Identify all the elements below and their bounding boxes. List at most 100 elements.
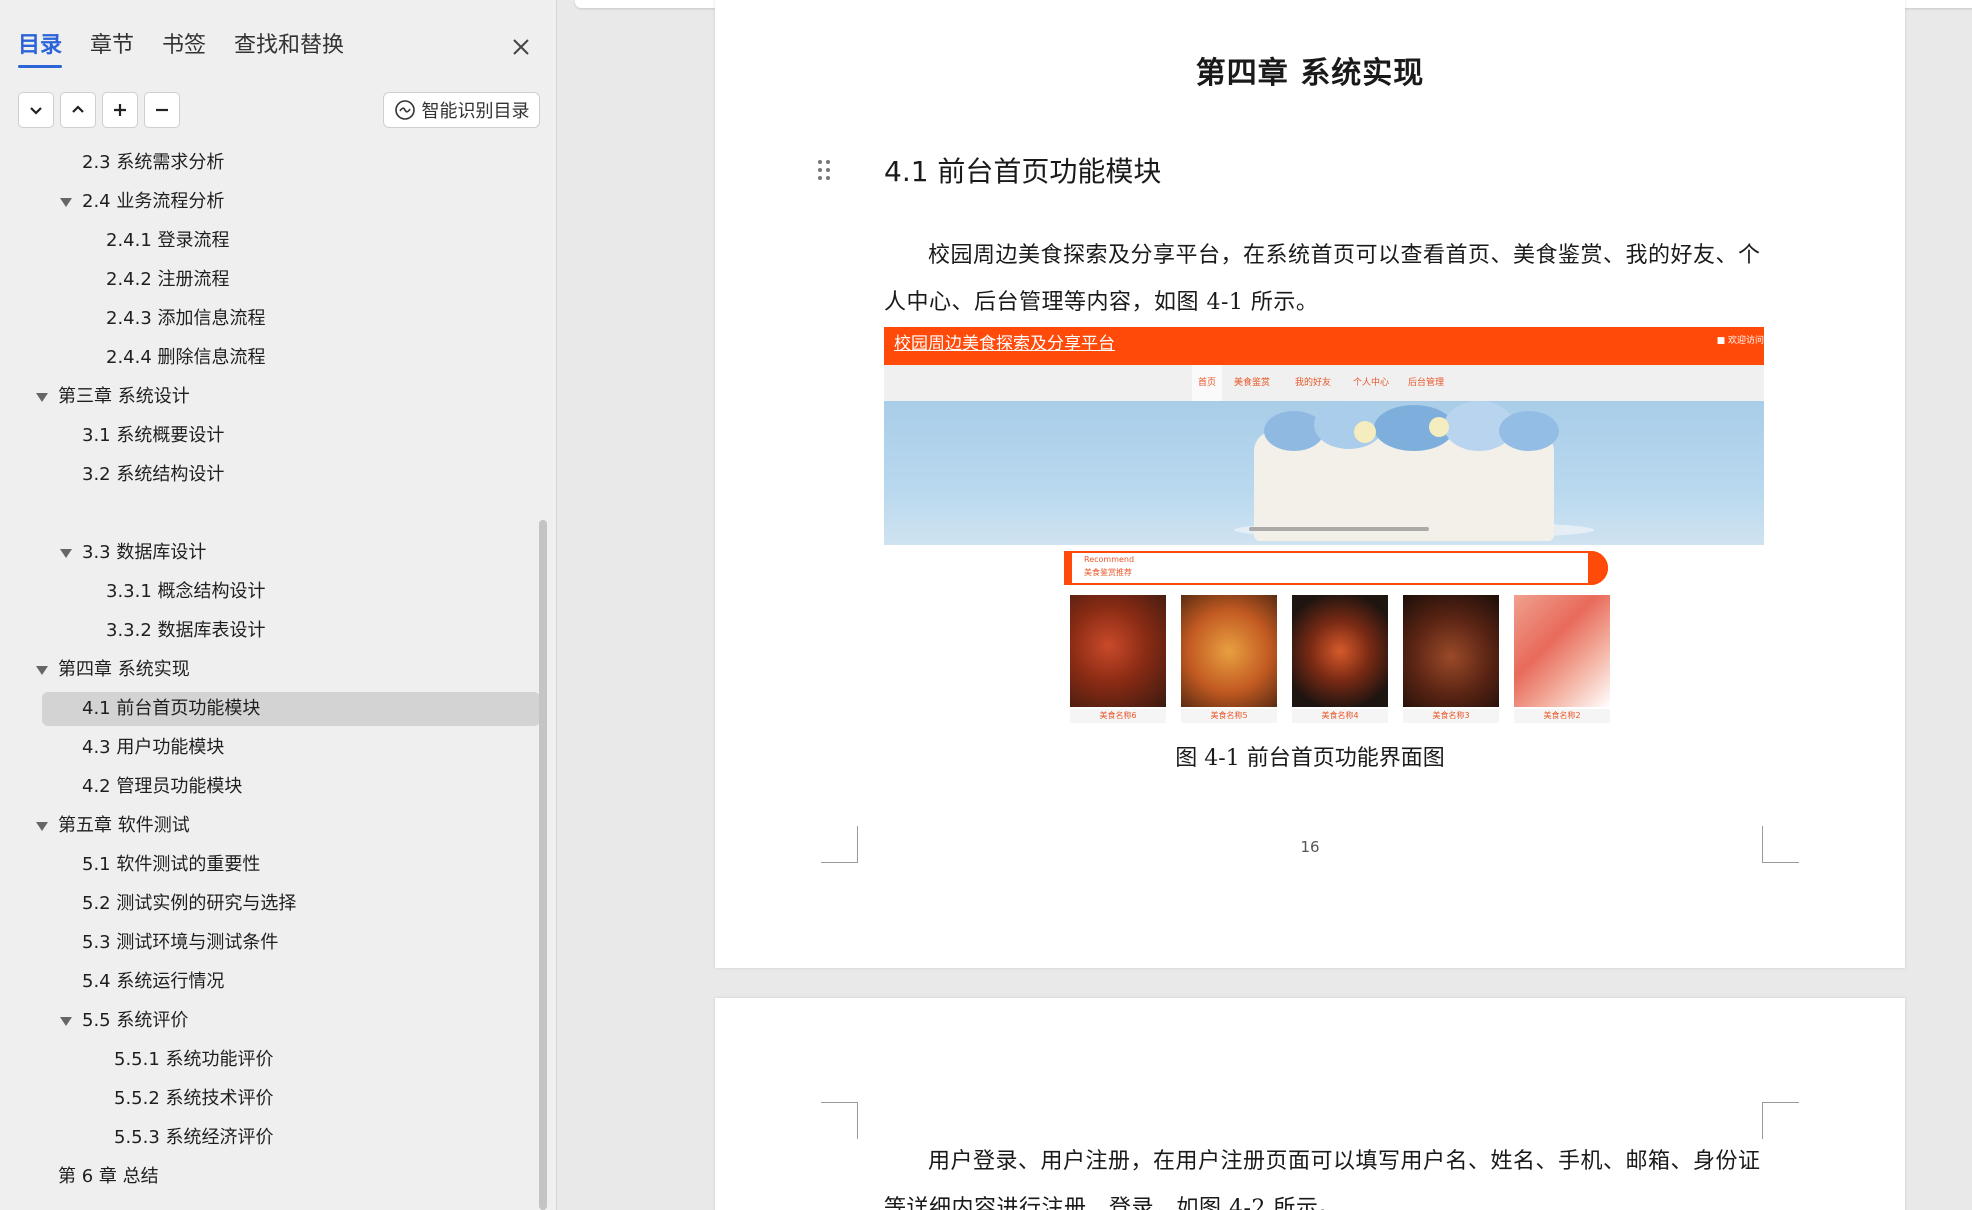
food-image [1070, 595, 1166, 707]
toc-item-label: 3.3.2 数据库表设计 [106, 620, 266, 641]
figure-food-card: 美食名称4 [1292, 595, 1388, 723]
smart-toc-button[interactable]: 智能识别目录 [383, 92, 540, 128]
expand-caret-icon[interactable] [36, 666, 48, 675]
crop-mark [821, 1102, 858, 1139]
toc-item-label: 3.3 数据库设计 [82, 542, 207, 563]
toc-item-label: 4.2 管理员功能模块 [82, 776, 243, 797]
figure-food-card: 美食名称2 [1514, 595, 1610, 723]
tab-bookmarks[interactable]: 书签 [162, 26, 206, 66]
toc-item[interactable]: 2.4.3 添加信息流程 [106, 302, 266, 336]
toc-item[interactable]: 3.3 数据库设计 [60, 536, 207, 570]
figure-cake-banner [884, 401, 1764, 545]
body-paragraph[interactable]: 校园周边美食探索及分享平台，在系统首页可以查看首页、美食鉴赏、我的好友、个人中心… [884, 232, 1764, 326]
tab-find-replace[interactable]: 查找和替换 [234, 26, 344, 66]
section-heading[interactable]: 4.1 前台首页功能模块 [884, 150, 1161, 190]
toc-item[interactable]: 3.3.1 概念结构设计 [106, 575, 266, 609]
figure-nav-item: 美食鉴赏 [1234, 378, 1271, 388]
toc-item[interactable]: 第四章 系统实现 [36, 653, 190, 687]
toc-item-label: 2.4 业务流程分析 [82, 191, 225, 212]
figure-site-title: 校园周边美食探索及分享平台 [894, 334, 1115, 353]
close-sidebar-button[interactable] [504, 30, 538, 64]
smart-toc-label: 智能识别目录 [421, 101, 530, 122]
expand-caret-icon[interactable] [36, 822, 48, 831]
figure-nav-bar: 首页 美食鉴赏 我的好友 个人中心 后台管理 [884, 365, 1764, 401]
food-caption: 美食名称2 [1514, 709, 1610, 723]
expand-caret-icon[interactable] [60, 198, 72, 207]
toc-item[interactable]: 5.5.3 系统经济评价 [114, 1121, 274, 1155]
toc-item[interactable]: 4.2 管理员功能模块 [82, 770, 242, 804]
figure-welcome-text: ■ 欢迎访问 [1716, 336, 1764, 346]
figure-nav-item: 首页 [1192, 365, 1223, 401]
plus-icon [114, 104, 126, 116]
expand-caret-icon[interactable] [60, 549, 72, 558]
toc-item-label: 3.2 系统结构设计 [82, 464, 225, 485]
toc-item-label: 5.4 系统运行情况 [82, 971, 225, 992]
add-heading-button[interactable] [102, 92, 138, 128]
food-image [1292, 595, 1388, 707]
toc-item-label: 第五章 软件测试 [58, 815, 190, 836]
food-caption: 美食名称6 [1070, 709, 1166, 723]
toc-item[interactable]: 5.3 测试环境与测试条件 [82, 926, 278, 960]
collapse-up-button[interactable] [60, 92, 96, 128]
toc-item[interactable]: 2.4.1 登录流程 [106, 224, 230, 258]
toc-item[interactable]: 2.4 业务流程分析 [60, 185, 225, 219]
food-caption: 美食名称3 [1403, 709, 1499, 723]
toc-scrollbar[interactable] [539, 520, 547, 1210]
toc-item[interactable]: 5.4 系统运行情况 [82, 965, 224, 999]
body-paragraph[interactable]: 用户登录、用户注册，在用户注册页面可以填写用户名、姓名、手机、邮箱、身份证等详细… [884, 1138, 1764, 1210]
toc-item-label: 4.3 用户功能模块 [82, 737, 225, 758]
remove-heading-button[interactable] [144, 92, 180, 128]
toc-item-label: 5.2 测试实例的研究与选择 [82, 893, 297, 914]
toc-sidebar: 目录 章节 书签 查找和替换 智能识别目录 2.3 系统需求分析 2.4 业务流程… [0, 0, 557, 1210]
toc-item-label: 3.1 系统概要设计 [82, 425, 225, 446]
toc-item[interactable]: 3.2 系统结构设计 [82, 458, 224, 492]
toc-item[interactable]: 2.3 系统需求分析 [82, 146, 224, 180]
expand-caret-icon[interactable] [60, 1017, 72, 1026]
toc-item-label: 5.5.3 系统经济评价 [114, 1127, 274, 1148]
toc-item[interactable]: 5.5.1 系统功能评价 [114, 1043, 274, 1077]
toc-item[interactable]: 第五章 软件测试 [36, 809, 190, 843]
expand-caret-icon[interactable] [36, 393, 48, 402]
document-area: 第四章 系统实现 4.1 前台首页功能模块 校园周边美食探索及分享平台，在系统首… [557, 0, 1972, 1210]
flower-shape [1354, 421, 1376, 443]
crop-mark [1762, 1102, 1799, 1139]
toc-item[interactable]: 第 6 章 总结 [58, 1160, 159, 1194]
figure-screenshot[interactable]: 校园周边美食探索及分享平台 ■ 欢迎访问 首页 美食鉴赏 我的好友 个人中心 后… [884, 327, 1764, 729]
toc-item[interactable]: 第三章 系统设计 [36, 380, 190, 414]
food-image [1181, 595, 1277, 707]
drag-handle-icon[interactable] [818, 160, 832, 182]
figure-food-card: 美食名称5 [1181, 595, 1277, 723]
figure-site-header: 校园周边美食探索及分享平台 ■ 欢迎访问 [884, 327, 1764, 365]
food-image [1403, 595, 1499, 707]
toc-item-label: 第三章 系统设计 [58, 386, 190, 407]
toc-item-label: 5.5.1 系统功能评价 [114, 1049, 274, 1070]
toc-item[interactable]: 4.1 前台首页功能模块 [42, 692, 540, 726]
toc-item[interactable]: 3.1 系统概要设计 [82, 419, 224, 453]
toc-item[interactable]: 5.2 测试实例的研究与选择 [82, 887, 296, 921]
figure-nav-item: 个人中心 [1353, 378, 1390, 388]
toc-item[interactable]: 2.4.4 删除信息流程 [106, 341, 266, 375]
tab-toc[interactable]: 目录 [18, 26, 63, 68]
figure-food-card: 美食名称3 [1403, 595, 1499, 723]
chevron-down-icon [30, 107, 42, 115]
ai-recognize-icon [394, 100, 415, 120]
figure-banner-slider [1249, 527, 1429, 531]
toc-item-label: 2.4.2 注册流程 [106, 269, 230, 290]
tab-chapters[interactable]: 章节 [90, 26, 134, 66]
toc-item[interactable]: 4.3 用户功能模块 [82, 731, 224, 765]
toc-item[interactable]: 5.5 系统评价 [60, 1004, 188, 1038]
toc-item[interactable]: 5.5.2 系统技术评价 [114, 1082, 274, 1116]
collapse-down-button[interactable] [18, 92, 54, 128]
food-caption: 美食名称5 [1181, 709, 1277, 723]
minus-icon [156, 108, 168, 112]
toc-item[interactable]: 5.1 软件测试的重要性 [82, 848, 260, 882]
toc-item[interactable]: 3.3.2 数据库表设计 [106, 614, 266, 648]
toc-item-label: 4.1 前台首页功能模块 [82, 698, 261, 719]
toc-item-label: 2.4.1 登录流程 [106, 230, 230, 251]
figure-caption: 图 4-1 前台首页功能界面图 [1175, 746, 1445, 771]
sidebar-tabs: 目录 章节 书签 查找和替换 [18, 26, 372, 68]
figure-food-card: 美食名称6 [1070, 595, 1166, 723]
figure-nav-item: 我的好友 [1295, 378, 1332, 388]
toc-item[interactable]: 2.4.2 注册流程 [106, 263, 230, 297]
figure-recommend-bar: Recommend 美食鉴赏推荐 [1064, 551, 1608, 585]
